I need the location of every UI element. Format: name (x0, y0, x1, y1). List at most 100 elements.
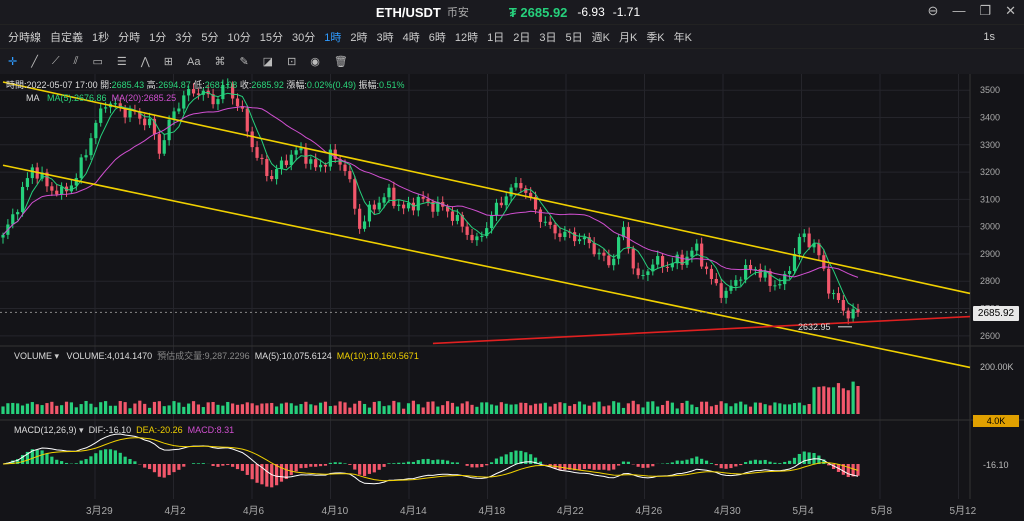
tf-14[interactable]: 6時 (429, 29, 446, 45)
volume-bar (607, 405, 611, 414)
volume-bar (690, 404, 694, 414)
volume-bar (416, 404, 420, 414)
candle (162, 140, 166, 154)
volume-bar (656, 406, 660, 414)
macd-bar (465, 464, 469, 466)
candle (612, 258, 616, 266)
macd-bar (333, 462, 337, 464)
tf-12[interactable]: 3時 (377, 29, 394, 45)
tf-18[interactable]: 3日 (539, 29, 556, 45)
candle (294, 150, 298, 155)
tf-3[interactable]: 分時 (118, 29, 140, 45)
volume-bar (553, 403, 557, 414)
tf-13[interactable]: 4時 (403, 29, 420, 45)
interval-right[interactable]: 1s (983, 31, 995, 43)
volume-bar (362, 403, 367, 414)
volume-bars (1, 381, 860, 414)
tf-16[interactable]: 1日 (487, 29, 504, 45)
volume-bar (812, 387, 816, 414)
trash-icon[interactable]: 🗑 (334, 55, 348, 68)
macd-bar (734, 464, 738, 467)
tf-17[interactable]: 2日 (513, 29, 530, 45)
x-tick: 5月8 (871, 506, 893, 517)
crosshair-icon[interactable]: ✛ (8, 55, 17, 68)
volume-bar (558, 402, 562, 414)
volume-bar (485, 402, 489, 414)
macd-bar (387, 463, 391, 464)
candle (167, 119, 171, 141)
lock-icon[interactable]: ⊡ (287, 55, 296, 68)
tf-15[interactable]: 12時 (455, 29, 478, 45)
tf-1[interactable]: 自定義 (50, 29, 83, 45)
tf-5[interactable]: 3分 (175, 29, 192, 45)
tf-9[interactable]: 30分 (292, 29, 315, 45)
chart-canvas[interactable]: 3500340033003200310030002900280027002600 (0, 74, 1024, 521)
tf-7[interactable]: 10分 (228, 29, 251, 45)
volume-bar (709, 406, 714, 414)
volume-bar (133, 403, 137, 414)
macd-bar (577, 464, 582, 470)
volume-bar (402, 408, 406, 414)
line-tool-icon[interactable]: ╱ (31, 55, 38, 68)
volume-bar (744, 404, 748, 414)
volume-bar (831, 387, 836, 414)
volume-bar (226, 401, 230, 414)
macd-bar (802, 451, 806, 464)
fib-tool-icon[interactable]: ☰ (117, 55, 127, 68)
volume-bar (1, 406, 5, 414)
tf-20[interactable]: 週K (592, 29, 610, 45)
candle (289, 154, 293, 166)
macd-bar (768, 461, 772, 464)
macd-bar (646, 464, 650, 468)
ohlc-info: 時間:2022-05-07 17:00 開:2685.43 高:2694.87 … (6, 80, 405, 90)
ma5-line (2, 91, 859, 311)
pen-icon[interactable]: ✎ (239, 55, 248, 68)
tf-2[interactable]: 1秒 (92, 29, 109, 45)
candle (548, 221, 552, 225)
text-tool[interactable]: Aa (187, 56, 200, 68)
volume-bar (719, 401, 723, 414)
ray-tool-icon[interactable]: ⟋ (52, 55, 60, 68)
volume-bar (636, 404, 640, 414)
volume-bar (172, 401, 176, 414)
candle (763, 271, 767, 278)
candle (397, 204, 401, 206)
drawing-toolbar: ✛ ╱ ⟋ ⫽ ▭ ☰ ⋀ ⊞ Aa ⌘ ✎ ◪ ⊡ ◉ 🗑 (0, 48, 1024, 74)
volume-legend: VOLUME ▾ VOLUME:4,014.1470 預估成交量:9,287.2… (14, 351, 419, 361)
zoom-icon[interactable]: ◪ (263, 55, 273, 68)
tf-11[interactable]: 2時 (350, 29, 367, 45)
rect-tool-icon[interactable]: ▭ (92, 55, 102, 68)
volume-bar (231, 403, 235, 414)
macd-bar (167, 464, 171, 476)
measure-tool-icon[interactable]: ⊞ (164, 55, 173, 68)
volume-bar (20, 405, 25, 414)
tf-6[interactable]: 5分 (201, 29, 218, 45)
pattern-tool-icon[interactable]: ⋀ (141, 55, 150, 68)
macd-bar (235, 464, 240, 470)
maximize-icon[interactable]: ❐ (979, 3, 991, 19)
tf-19[interactable]: 5日 (566, 29, 583, 45)
macd-bar (675, 460, 679, 464)
macd-bar (406, 461, 411, 464)
volume-bar (577, 401, 582, 414)
magnet-icon[interactable]: ⌘ (214, 55, 225, 68)
eye-icon[interactable]: ◉ (310, 55, 320, 68)
low-annotation: 2632.95 (798, 322, 831, 332)
macd-bar (685, 459, 689, 464)
candle (519, 183, 523, 189)
tf-4[interactable]: 1分 (149, 29, 166, 45)
channel-tool-icon[interactable]: ⫽ (74, 55, 79, 68)
volume-bar (279, 403, 284, 414)
tf-22[interactable]: 季K (646, 29, 664, 45)
tf-23[interactable]: 年K (674, 29, 692, 45)
tf-21[interactable]: 月K (619, 29, 637, 45)
tf-8[interactable]: 15分 (260, 29, 283, 45)
y-tick: 2800 (980, 276, 1000, 286)
tf-0[interactable]: 分時線 (8, 29, 41, 45)
search-icon[interactable]: ⊖ (928, 3, 939, 19)
tf-10[interactable]: 1時 (324, 29, 341, 45)
close-icon[interactable]: ✕ (1005, 3, 1016, 19)
minimize-icon[interactable]: — (952, 3, 965, 19)
macd-bar (318, 464, 323, 467)
candle (636, 268, 640, 276)
